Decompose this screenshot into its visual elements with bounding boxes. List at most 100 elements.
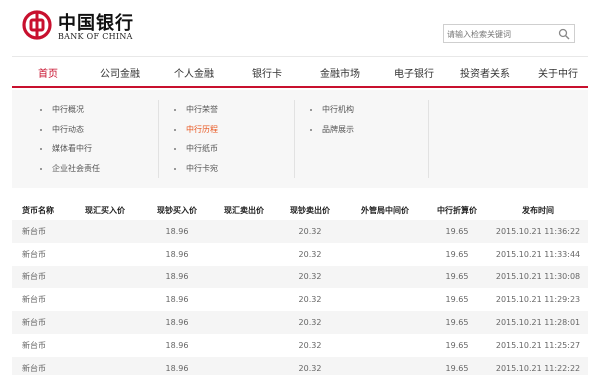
table-header-row: 货币名称 现汇买入价 现钞买入价 现汇卖出价 现钞卖出价 外管局中间价 中行折算… xyxy=(12,200,588,220)
table-cell: 18.96 xyxy=(142,333,212,357)
table-cell: 19.65 xyxy=(426,242,488,266)
dropdown-item-brand[interactable]: 品牌展示 xyxy=(310,124,354,144)
column-header: 现汇卖出价 xyxy=(224,205,264,215)
table-cell xyxy=(68,288,142,312)
table-cell xyxy=(344,265,426,289)
column-header: 货币名称 xyxy=(22,205,54,215)
table-row: 新台币 18.96 20.32 19.65 2015.10.21 11:33:44 xyxy=(12,242,588,266)
nav-item-e-banking[interactable]: 电子银行 xyxy=(394,65,434,80)
table-row: 新台币 18.96 20.32 19.65 2015.10.21 11:29:23 xyxy=(12,288,588,312)
dropdown-item-csr[interactable]: 企业社会责任 xyxy=(40,163,100,183)
table-cell: 19.65 xyxy=(426,333,488,357)
table-cell: 19.65 xyxy=(426,288,488,312)
table-cell: 19.65 xyxy=(426,311,488,334)
table-body: 新台币 18.96 20.32 19.65 2015.10.21 11:36:22 新台币… xyxy=(12,220,588,375)
nav-item-corporate-banking[interactable]: 公司金融 xyxy=(100,65,140,80)
table-cell: 20.32 xyxy=(276,333,344,357)
table-cell: 2015.10.21 11:36:22 xyxy=(488,220,588,243)
table-cell: 18.96 xyxy=(142,265,212,289)
table-cell xyxy=(212,311,276,334)
table-cell: 新台币 xyxy=(12,242,68,266)
table-cell: 2015.10.21 11:25:27 xyxy=(488,333,588,357)
table-cell xyxy=(68,220,142,243)
table-cell: 2015.10.21 11:33:44 xyxy=(488,242,588,266)
table-cell: 20.32 xyxy=(276,242,344,266)
nav-item-home[interactable]: 首页 xyxy=(38,65,58,80)
table-row: 新台币 18.96 20.32 19.65 2015.10.21 11:30:08 xyxy=(12,265,588,289)
table-cell xyxy=(68,356,142,375)
table-cell: 新台币 xyxy=(12,356,68,375)
dropdown-column-2: 中行荣誉 中行历程 中行纸币 中行卡宛 xyxy=(174,104,218,182)
table-cell xyxy=(344,311,426,334)
table-cell: 新台币 xyxy=(12,288,68,312)
nav-item-financial-markets[interactable]: 金融市场 xyxy=(320,65,360,80)
exchange-rate-table: 货币名称 现汇买入价 现钞买入价 现汇卖出价 现钞卖出价 外管局中间价 中行折算… xyxy=(12,200,588,375)
column-header: 现钞卖出价 xyxy=(290,205,330,215)
nav-item-investor-relations[interactable]: 投资者关系 xyxy=(460,65,510,80)
table-cell: 新台币 xyxy=(12,333,68,357)
dropdown-item-branches[interactable]: 中行机构 xyxy=(310,104,354,124)
dropdown-item-honors[interactable]: 中行荣誉 xyxy=(174,104,218,124)
table-cell: 18.96 xyxy=(142,242,212,266)
table-cell xyxy=(344,242,426,266)
table-cell: 20.32 xyxy=(276,288,344,312)
nav-item-about-boc[interactable]: 关于中行 xyxy=(538,65,578,80)
table-cell xyxy=(68,265,142,289)
column-header: 发布时间 xyxy=(522,205,554,215)
table-cell xyxy=(68,311,142,334)
column-header: 外管局中间价 xyxy=(361,205,409,215)
table-cell: 20.32 xyxy=(276,356,344,375)
about-dropdown-menu: 中行概况 中行动态 媒体看中行 企业社会责任 中行荣誉 中行历程 中行纸币 中行… xyxy=(12,90,588,188)
search-box xyxy=(443,24,575,43)
table-cell: 新台币 xyxy=(12,311,68,334)
table-cell: 18.96 xyxy=(142,220,212,243)
dropdown-item-card-gallery[interactable]: 中行卡宛 xyxy=(174,163,218,183)
dropdown-item-history[interactable]: 中行历程 xyxy=(174,124,218,144)
table-cell: 18.96 xyxy=(142,356,212,375)
table-cell xyxy=(344,333,426,357)
table-cell xyxy=(212,356,276,375)
table-row: 新台币 18.96 20.32 19.65 2015.10.21 11:22:22 xyxy=(12,356,588,375)
exchange-rate-table-wrap: 货币名称 现汇买入价 现钞买入价 现汇卖出价 现钞卖出价 外管局中间价 中行折算… xyxy=(12,200,588,375)
search-input[interactable] xyxy=(447,27,557,41)
dropdown-item-news[interactable]: 中行动态 xyxy=(40,124,100,144)
table-cell: 2015.10.21 11:28:01 xyxy=(488,311,588,334)
bank-of-china-logo[interactable]: 中国银行 BANK OF CHINA xyxy=(22,8,152,44)
table-cell: 2015.10.21 11:29:23 xyxy=(488,288,588,312)
nav-item-personal-banking[interactable]: 个人金融 xyxy=(174,65,214,80)
table-cell xyxy=(212,220,276,243)
search-icon[interactable] xyxy=(558,28,570,40)
table-cell xyxy=(344,220,426,243)
table-cell: 20.32 xyxy=(276,311,344,334)
dropdown-divider xyxy=(158,100,159,178)
table-cell xyxy=(212,288,276,312)
table-cell: 19.65 xyxy=(426,220,488,243)
dropdown-item-banknotes[interactable]: 中行纸币 xyxy=(174,143,218,163)
column-header: 现汇买入价 xyxy=(85,205,125,215)
table-cell xyxy=(68,333,142,357)
table-cell xyxy=(344,288,426,312)
table-cell xyxy=(212,333,276,357)
table-cell: 新台币 xyxy=(12,265,68,289)
column-header: 中行折算价 xyxy=(437,205,477,215)
table-row: 新台币 18.96 20.32 19.65 2015.10.21 11:25:27 xyxy=(12,333,588,357)
table-cell xyxy=(212,265,276,289)
dropdown-item-overview[interactable]: 中行概况 xyxy=(40,104,100,124)
main-nav: 首页 公司金融 个人金融 银行卡 金融市场 电子银行 投资者关系 关于中行 xyxy=(12,56,588,88)
table-cell: 20.32 xyxy=(276,265,344,289)
table-cell: 18.96 xyxy=(142,288,212,312)
dropdown-column-1: 中行概况 中行动态 媒体看中行 企业社会责任 xyxy=(40,104,100,182)
table-cell: 19.65 xyxy=(426,265,488,289)
dropdown-item-media[interactable]: 媒体看中行 xyxy=(40,143,100,163)
bank-of-china-emblem-icon xyxy=(22,10,52,40)
table-cell: 2015.10.21 11:30:08 xyxy=(488,265,588,289)
column-header: 现钞买入价 xyxy=(157,205,197,215)
table-cell: 20.32 xyxy=(276,220,344,243)
nav-item-bank-cards[interactable]: 银行卡 xyxy=(252,65,282,80)
table-cell: 18.96 xyxy=(142,311,212,334)
table-cell xyxy=(212,242,276,266)
dropdown-column-3: 中行机构 品牌展示 xyxy=(310,104,354,143)
table-row: 新台币 18.96 20.32 19.65 2015.10.21 11:36:22 xyxy=(12,220,588,243)
table-cell: 新台币 xyxy=(12,220,68,243)
table-cell: 19.65 xyxy=(426,356,488,375)
